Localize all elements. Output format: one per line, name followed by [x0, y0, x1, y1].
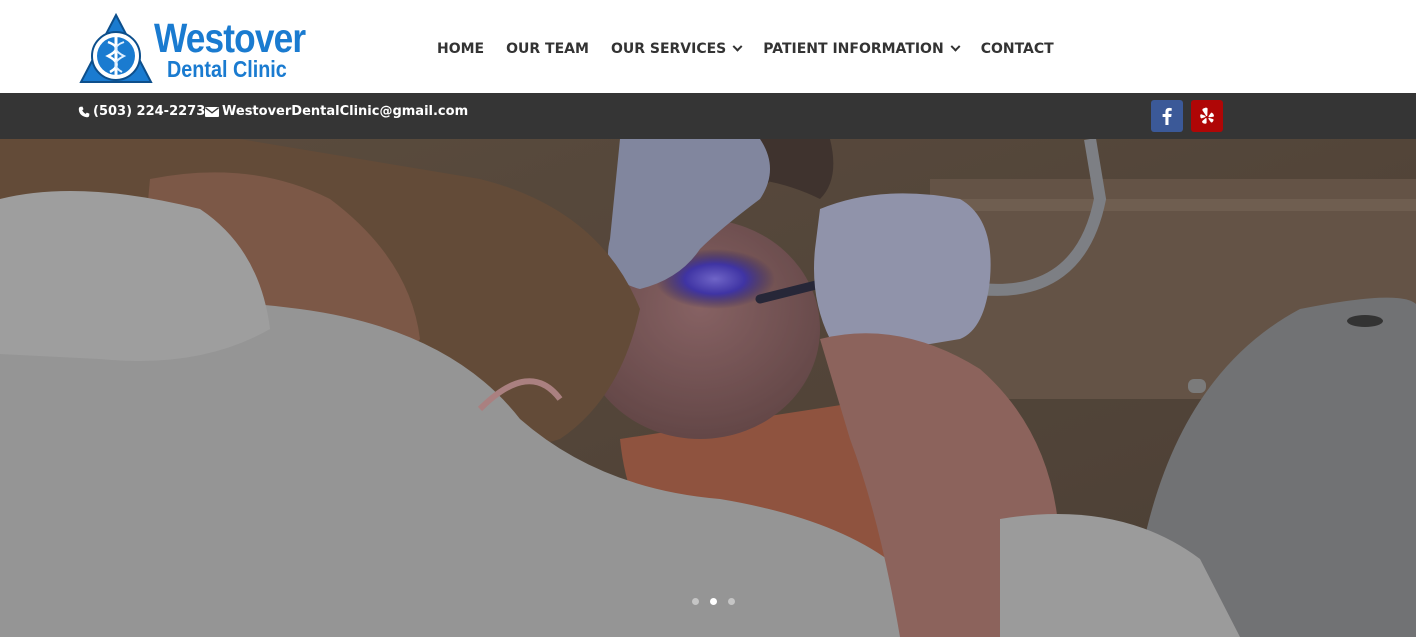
email-link[interactable]: WestoverDentalClinic@gmail.com — [205, 104, 468, 119]
main-nav: HOME OUR TEAM OUR SERVICES PATIENT INFOR… — [437, 38, 1076, 60]
nav-patient-information-label: PATIENT INFORMATION — [763, 41, 944, 57]
nav-our-team-label: OUR TEAM — [506, 41, 589, 57]
slider-pagination — [692, 598, 746, 605]
hero-overlay — [0, 139, 1416, 637]
hero-slider — [0, 139, 1416, 637]
chevron-down-icon — [732, 41, 743, 52]
nav-contact-label: CONTACT — [980, 41, 1054, 57]
site-header: Westover Dental Clinic HOME OUR TEAM OUR… — [0, 0, 1416, 93]
facebook-button[interactable] — [1151, 100, 1183, 132]
nav-our-team[interactable]: OUR TEAM — [506, 38, 589, 60]
mail-icon — [205, 106, 219, 117]
phone-link[interactable]: (503) 224-2273 — [78, 104, 205, 119]
logo-subtitle: Dental Clinic — [167, 56, 287, 82]
nav-home-label: HOME — [437, 41, 485, 57]
slider-dot-2[interactable] — [710, 598, 717, 605]
chevron-down-icon — [950, 41, 961, 52]
nav-our-services[interactable]: OUR SERVICES — [610, 38, 743, 60]
slider-dot-3[interactable] — [728, 598, 735, 605]
nav-home[interactable]: HOME — [437, 38, 484, 60]
phone-number: (503) 224-2273 — [93, 104, 206, 119]
email-address: WestoverDentalClinic@gmail.com — [222, 104, 469, 119]
nav-our-services-label: OUR SERVICES — [610, 41, 727, 57]
nav-contact[interactable]: CONTACT — [981, 38, 1054, 60]
nav-patient-information[interactable]: PATIENT INFORMATION — [763, 38, 961, 60]
facebook-icon — [1162, 107, 1172, 125]
logo-title: Westover — [154, 15, 306, 61]
contact-bar: (503) 224-2273 WestoverDentalClinic@gmai… — [0, 93, 1416, 139]
logo[interactable]: Westover Dental Clinic — [78, 12, 323, 86]
yelp-button[interactable] — [1191, 100, 1223, 132]
slider-dot-1[interactable] — [692, 598, 699, 605]
yelp-icon — [1200, 107, 1214, 124]
phone-icon — [78, 106, 90, 117]
caduceus-emblem-icon — [79, 12, 153, 83]
